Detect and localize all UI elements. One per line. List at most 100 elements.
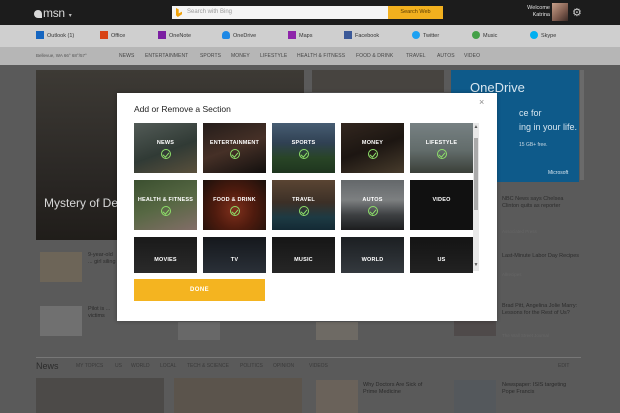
nav-money[interactable]: MONEY [231,53,250,59]
app-onedrive[interactable]: OneDrive [222,31,256,41]
tile-health-fitness[interactable]: HEALTH & FITNESS [134,180,197,230]
app-outlook[interactable]: Outlook (1) [36,31,74,41]
news-section-title[interactable]: News [36,361,59,371]
welcome-text[interactable]: Welcome Katrina [522,5,550,19]
news-tab-tech-science[interactable]: TECH & SCIENCE [187,363,229,369]
story-thumbnail[interactable] [40,306,82,336]
nav-entertainment[interactable]: ENTERTAINMENT [145,53,188,59]
side-story-1[interactable]: NBC News says Chelsea Clinton quits as r… [502,196,582,210]
search-input[interactable]: Search with Bing [172,6,388,19]
tile-shade [272,123,335,173]
side-story-2[interactable]: Last-Minute Labor Day Recipes [502,253,582,260]
news-tab-us[interactable]: US [115,363,122,369]
tile-us[interactable]: US [410,237,473,273]
nav-travel[interactable]: TRAVEL [406,53,426,59]
news-image[interactable] [454,380,496,413]
app-onenote[interactable]: OneNote [158,31,191,41]
tile-label: MOVIES [154,257,177,263]
scrollbar-thumb[interactable] [474,138,478,210]
msn-logo[interactable]: msn ▾ [34,6,72,20]
nav-food-drink[interactable]: FOOD & DRINK [356,53,393,59]
nav-news[interactable]: NEWS [119,53,134,59]
tile-video[interactable]: VIDEO [410,180,473,230]
check-icon [161,206,171,216]
app-music[interactable]: Music [472,31,497,41]
tile-travel[interactable]: TRAVEL [272,180,335,230]
nav-autos[interactable]: AUTOS [437,53,455,59]
facebook-icon [344,31,352,39]
tile-money[interactable]: MONEY [341,123,404,173]
tile-sports[interactable]: SPORTS [272,123,335,173]
scroll-up-icon[interactable]: ▲ [473,124,479,130]
news-image[interactable] [36,378,164,413]
tile-movies[interactable]: MOVIES [134,237,197,273]
news-tab-world[interactable]: WORLD [131,363,150,369]
news-tab-local[interactable]: LOCAL [160,363,176,369]
close-icon[interactable]: × [479,97,484,107]
onenote-icon [158,31,166,39]
story-source: The Wall Street Journal [502,333,549,338]
app-label: Office [111,33,126,39]
scroll-down-icon[interactable]: ▼ [473,262,479,268]
page-scrollbar[interactable] [580,70,584,180]
side-story-3[interactable]: Brad Pitt, Angelina Jolie Marry: Lessons… [502,303,582,317]
app-skype[interactable]: Skype [530,31,556,41]
skype-icon [530,31,538,39]
news-headline[interactable]: Newspaper: ISIS targeting Pope Francis [502,382,578,396]
tile-world[interactable]: WORLD [341,237,404,273]
search-placeholder: Search with Bing [187,9,233,15]
story-headline[interactable]: 9-year-old ... girl siling [88,252,116,266]
tile-label: MONEY [361,140,384,146]
nav-health-fitness[interactable]: HEALTH & FITNESS [297,53,345,59]
story-thumbnail[interactable] [40,252,82,282]
app-maps[interactable]: Maps [288,31,312,41]
nav-sports[interactable]: SPORTS [200,53,221,59]
news-tab-videos[interactable]: VIDEOS [309,363,328,369]
tile-lifestyle[interactable]: LIFESTYLE [410,123,473,173]
tile-label: NEWS [156,140,175,146]
check-icon [368,149,378,159]
tile-label: ENTERTAINMENT [209,140,260,146]
app-office[interactable]: Office [100,31,125,41]
section-dialog: Add or Remove a Section × NEWS ENTERTAIN… [117,93,497,321]
weather-location[interactable]: Bellevue, WA 66° 68°/57° [36,53,87,58]
butterfly-icon [34,10,42,18]
app-label: OneDrive [233,33,257,39]
tile-food-drink[interactable]: FOOD & DRINK [203,180,266,230]
nav-lifestyle[interactable]: LIFESTYLE [260,53,287,59]
app-facebook[interactable]: Facebook [344,31,379,41]
tile-news[interactable]: NEWS [134,123,197,173]
search-web-button[interactable]: Search Web [388,6,443,19]
office-icon [100,31,108,39]
tile-shade [203,180,266,230]
welcome-label: Welcome [527,5,550,11]
avatar[interactable] [552,3,568,21]
hero-title[interactable]: Mystery of De [44,196,118,210]
tile-tv[interactable]: TV [203,237,266,273]
news-tab-opinion[interactable]: OPINION [273,363,294,369]
done-button[interactable]: DONE [134,279,265,301]
tile-autos[interactable]: AUTOS [341,180,404,230]
story-thumbnail[interactable] [316,322,358,340]
news-headline[interactable]: Why Doctors Are Sick of Prime Medicine [363,382,433,396]
gear-icon[interactable]: ⚙ [572,6,582,19]
news-image[interactable] [174,378,302,413]
tile-entertainment[interactable]: ENTERTAINMENT [203,123,266,173]
story-thumbnail[interactable] [178,322,220,340]
nav-video[interactable]: VIDEO [464,53,480,59]
tile-shade [341,123,404,173]
story-source: Associated Press [502,229,537,234]
logo-text: msn [43,6,65,20]
edit-button[interactable]: EDIT [558,363,569,369]
story-headline[interactable]: Pilot is ... victims [88,306,116,320]
dialog-scrollbar[interactable]: ▲ ▼ [473,123,479,271]
tile-shade [203,123,266,173]
secondary-hero-image[interactable] [312,70,444,92]
news-tab-politics[interactable]: POLITICS [240,363,263,369]
twitter-icon [412,31,420,39]
news-tab-my-topics[interactable]: MY TOPICS [76,363,103,369]
news-image[interactable] [316,380,358,413]
app-label: Facebook [355,33,380,39]
tile-music[interactable]: MUSIC [272,237,335,273]
app-twitter[interactable]: Twitter [412,31,439,41]
